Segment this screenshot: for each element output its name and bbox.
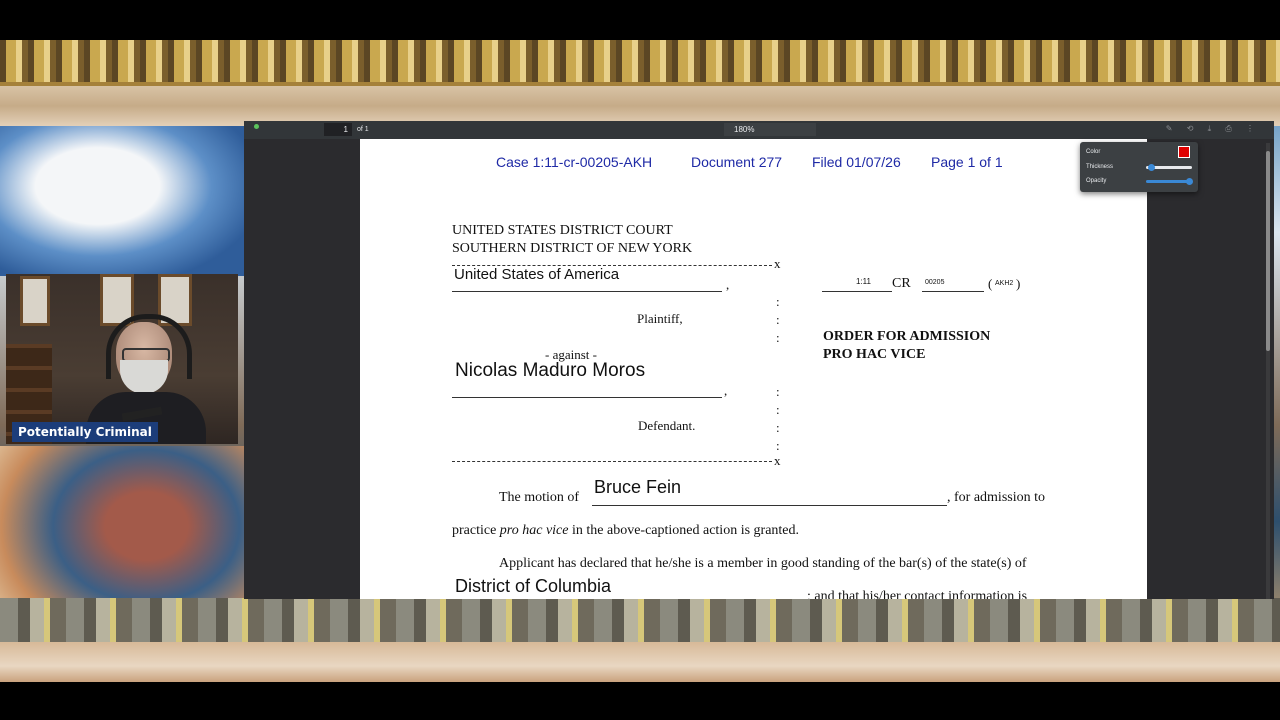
court-line-1: UNITED STATES DISTRICT COURT — [452, 223, 673, 238]
page-count: of 1 — [357, 126, 369, 133]
bar-state-field[interactable]: District of Columbia — [455, 576, 611, 597]
contact-text: ; and that his/her contact information i… — [807, 589, 1028, 599]
color-label: Color — [1086, 149, 1101, 155]
order-title-2: PRO HAC VICE — [823, 347, 926, 362]
defendant-name-field[interactable]: Nicolas Maduro Moros — [455, 360, 645, 382]
pdf-viewer: 1 of 1 180% ✎ ⟲ ⤓ ⎙ ⋮ Case 1:11-cr-00205… — [244, 121, 1274, 599]
order-title-1: ORDER FOR ADMISSION — [823, 329, 991, 344]
applicant-name-field[interactable]: Bruce Fein — [594, 477, 681, 498]
case-number-field-a[interactable]: 1:11 — [856, 277, 871, 286]
motion-suffix: , for admission to — [947, 490, 1045, 505]
plaintiff-name-field[interactable]: United States of America — [454, 266, 619, 283]
letterbox-bottom — [0, 682, 1280, 720]
thickness-label: Thickness — [1086, 164, 1114, 170]
opacity-label: Opacity — [1086, 178, 1107, 184]
presenter-name-label: Potentially Criminal — [12, 422, 158, 442]
header-page: Page 1 of 1 — [931, 154, 1003, 170]
document-page: Case 1:11-cr-00205-AKH Document 277 File… — [360, 139, 1147, 599]
court-line-2: SOUTHERN DISTRICT OF NEW YORK — [452, 241, 693, 256]
motion-prefix: The motion of — [499, 490, 580, 505]
x-mark: x — [774, 453, 781, 468]
wall-frame — [20, 276, 50, 326]
webcam-feed — [6, 274, 238, 444]
gilded-frame-border — [0, 40, 1280, 86]
viewer-toolbar: 1 of 1 180% ✎ ⟲ ⤓ ⎙ ⋮ — [244, 121, 1274, 139]
defendant-label: Defendant. — [638, 418, 696, 433]
plaintiff-label: Plaintiff, — [637, 311, 683, 326]
judge-initials-field[interactable]: AKH2 — [995, 280, 1013, 287]
header-case: Case 1:11-cr-00205-AKH — [496, 154, 653, 170]
header-filed: Filed 01/07/26 — [812, 154, 901, 170]
thickness-slider-knob[interactable] — [1147, 164, 1155, 171]
letterbox-top — [0, 0, 1280, 40]
scrollbar-thumb[interactable] — [1266, 151, 1270, 351]
color-swatch[interactable] — [1178, 146, 1190, 158]
x-mark: x — [774, 256, 781, 271]
header-document: Document 277 — [691, 154, 783, 170]
zoom-level[interactable]: 180% — [724, 123, 816, 136]
annotation-style-popup: Color Thickness Opacity — [1080, 142, 1198, 192]
opacity-slider-knob[interactable] — [1186, 178, 1193, 185]
applicant-declared-text: Applicant has declared that he/she is a … — [499, 556, 1027, 571]
page-number-input[interactable]: 1 — [324, 123, 352, 136]
case-number-field-b[interactable]: 00205 — [925, 279, 944, 286]
toolbar-icons[interactable]: ✎ ⟲ ⤓ ⎙ ⋮ — [1166, 124, 1260, 134]
status-dot-icon — [254, 124, 259, 129]
